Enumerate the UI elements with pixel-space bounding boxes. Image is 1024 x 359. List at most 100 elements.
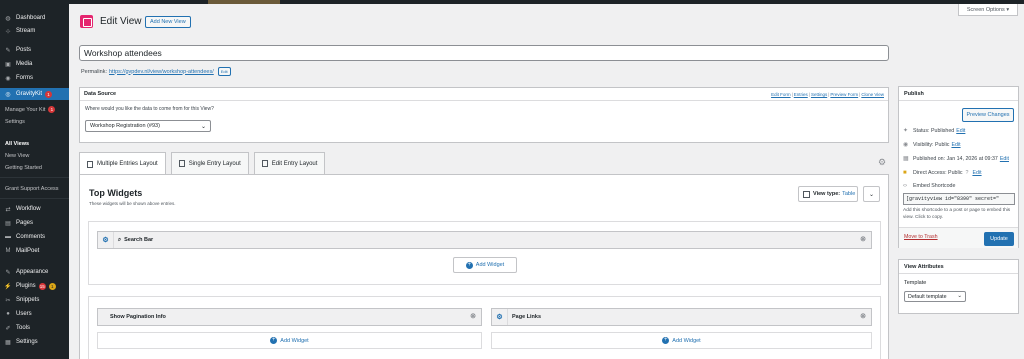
- plus-icon: +: [662, 337, 670, 344]
- edit-date-link[interactable]: Edit: [1000, 156, 1009, 162]
- preview-changes-button[interactable]: Preview Changes: [962, 108, 1014, 122]
- preview-form-link[interactable]: Preview Form: [830, 92, 858, 97]
- sidebar-item-label: MailPoet: [16, 248, 40, 254]
- view-title-input[interactable]: Workshop attendees: [79, 45, 889, 61]
- search-bar-widget[interactable]: ⚙ ⌕ Search Bar ⊗: [97, 231, 872, 249]
- sidebar-item-label: Tools: [16, 325, 31, 331]
- sidebar-item-dashboard[interactable]: ◍ Dashboard: [0, 12, 69, 24]
- edit-status-link[interactable]: Edit: [956, 128, 965, 134]
- sidebar-item-stream[interactable]: ⊹ Stream: [0, 25, 69, 37]
- widget-label: Search Bar: [124, 237, 154, 243]
- pagination-info-widget[interactable]: Show Pagination Info ⊗: [97, 308, 482, 326]
- chevron-down-icon[interactable]: ⌄: [863, 186, 880, 202]
- screen-options-button[interactable]: Screen Options ▾: [958, 4, 1018, 16]
- sidebar-item-tools[interactable]: ✐ Tools: [0, 322, 69, 334]
- layout-icon: [261, 160, 268, 167]
- admin-bar: [0, 0, 1024, 4]
- workflow-icon: ⇄: [5, 206, 11, 213]
- search-icon: ⌕: [118, 236, 122, 243]
- submenu-grant-support[interactable]: Grant Support Access: [0, 183, 69, 194]
- chevron-down-icon: ⌄: [200, 124, 206, 130]
- gear-icon[interactable]: ⚙: [492, 309, 508, 325]
- update-button[interactable]: Update: [984, 232, 1014, 246]
- publish-footer: Move to Trash Update: [899, 227, 1018, 248]
- sidebar-item-label: Pages: [16, 220, 34, 226]
- sidebar-item-media[interactable]: ▣ Media: [0, 58, 69, 70]
- template-select[interactable]: Default template ⌄: [904, 291, 966, 302]
- layout-icon: [178, 160, 185, 167]
- publish-title: Publish: [899, 87, 1018, 101]
- pin-icon: ✎: [5, 47, 11, 54]
- settings-link[interactable]: Settings: [811, 92, 827, 97]
- submenu-all-views[interactable]: All Views: [0, 138, 69, 149]
- submenu-label: All Views: [5, 140, 30, 147]
- calendar-icon: ▦: [903, 156, 909, 162]
- page-title: Edit View: [100, 16, 142, 27]
- edit-visibility-link[interactable]: Edit: [951, 142, 960, 148]
- submenu-manage-kit[interactable]: Manage Your Kit 1: [0, 104, 69, 115]
- close-icon[interactable]: ⊗: [860, 235, 866, 243]
- media-icon: ▣: [5, 61, 11, 68]
- edit-form-link[interactable]: Edit Form: [771, 92, 791, 97]
- view-attributes-title: View Attributes: [899, 260, 1018, 274]
- sidebar-item-appearance[interactable]: ✎ Appearance: [0, 266, 69, 278]
- tab-multiple-entries[interactable]: Multiple Entries Layout: [79, 152, 166, 175]
- data-source-question: Where would you like the data to come fr…: [85, 106, 214, 112]
- add-new-view-button[interactable]: Add New View: [145, 16, 191, 28]
- permalink-link[interactable]: https://gvpdev.nl/view/workshop-attendee…: [109, 69, 214, 75]
- edit-slug-button[interactable]: Edit: [217, 67, 231, 76]
- sidebar-item-plugins[interactable]: ⚡ Plugins 15 1: [0, 280, 69, 292]
- top-widgets-subtitle: These widgets will be shown above entrie…: [89, 201, 176, 206]
- sidebar-item-settings[interactable]: ▦ Settings: [0, 336, 69, 348]
- sidebar-item-gravitykit[interactable]: ◎ GravityKit 1: [0, 88, 69, 100]
- form-select[interactable]: Workshop Registration (#93) ⌄: [85, 120, 211, 132]
- appearance-icon: ✎: [5, 269, 11, 276]
- submenu-label: Getting Started: [5, 164, 42, 171]
- sidebar-item-mailpoet[interactable]: M MailPoet: [0, 245, 69, 257]
- data-source-header: Data Source Edit Form | Entries | Settings…: [80, 88, 888, 101]
- add-widget-button[interactable]: + Add Widget: [97, 332, 482, 349]
- sidebar-item-forms[interactable]: ◉ Forms: [0, 72, 69, 84]
- close-icon[interactable]: ⊗: [860, 312, 866, 320]
- direct-access-value: Public: [948, 170, 963, 176]
- sidebar-item-label: Dashboard: [16, 15, 46, 21]
- embed-row: ‹› Embed Shortcode: [903, 183, 955, 189]
- help-icon[interactable]: ?: [965, 170, 968, 176]
- sidebar-item-label: Settings: [16, 339, 38, 345]
- tab-single-entry[interactable]: Single Entry Layout: [170, 152, 249, 174]
- page-links-widget[interactable]: ⚙ Page Links ⊗: [491, 308, 872, 326]
- pages-icon: ▤: [5, 220, 11, 227]
- dashboard-icon: ◍: [5, 15, 11, 22]
- tab-edit-entry[interactable]: Edit Entry Layout: [253, 152, 326, 174]
- layout-icon: [87, 160, 93, 168]
- submenu-settings[interactable]: Settings: [0, 116, 69, 127]
- sidebar-item-users[interactable]: ● Users: [0, 308, 69, 320]
- gear-icon[interactable]: ⚙: [878, 157, 886, 168]
- close-icon[interactable]: ⊗: [470, 312, 476, 320]
- sidebar-item-workflow[interactable]: ⇄ Workflow: [0, 203, 69, 215]
- add-widget-button[interactable]: + Add Widget: [453, 257, 517, 273]
- submenu-new-view[interactable]: New View: [0, 150, 69, 161]
- move-to-trash-link[interactable]: Move to Trash: [904, 234, 938, 240]
- sidebar-item-snippets[interactable]: ✂ Snippets: [0, 294, 69, 306]
- sidebar-item-comments[interactable]: ▬ Comments: [0, 231, 69, 243]
- submenu-getting-started[interactable]: Getting Started: [0, 162, 69, 173]
- clone-view-link[interactable]: Clone View: [861, 92, 884, 97]
- sidebar-item-pages[interactable]: ▤ Pages: [0, 217, 69, 229]
- add-widget-button[interactable]: + Add Widget: [491, 332, 872, 349]
- admin-bar-accent: [208, 0, 280, 4]
- add-widget-label: Add Widget: [280, 337, 309, 344]
- sidebar-item-label: Posts: [16, 47, 32, 53]
- sidebar-item-posts[interactable]: ✎ Posts: [0, 44, 69, 56]
- mailpoet-icon: M: [5, 248, 11, 254]
- pin-icon: ✦: [903, 128, 909, 134]
- gear-icon[interactable]: ⚙: [98, 232, 114, 248]
- entries-link[interactable]: Entries: [794, 92, 808, 97]
- view-type-button[interactable]: View type: Table: [798, 186, 858, 202]
- view-attributes-box: View Attributes Template Default templat…: [898, 259, 1019, 314]
- edit-access-link[interactable]: Edit: [972, 170, 981, 176]
- status-label: Status:: [913, 127, 930, 134]
- direct-access-row: ■ Direct Access: Public? Edit: [903, 170, 982, 176]
- sidebar-item-label: Users: [16, 311, 32, 317]
- shortcode-field[interactable]: [gravityview id="8390" secret=": [903, 193, 1015, 205]
